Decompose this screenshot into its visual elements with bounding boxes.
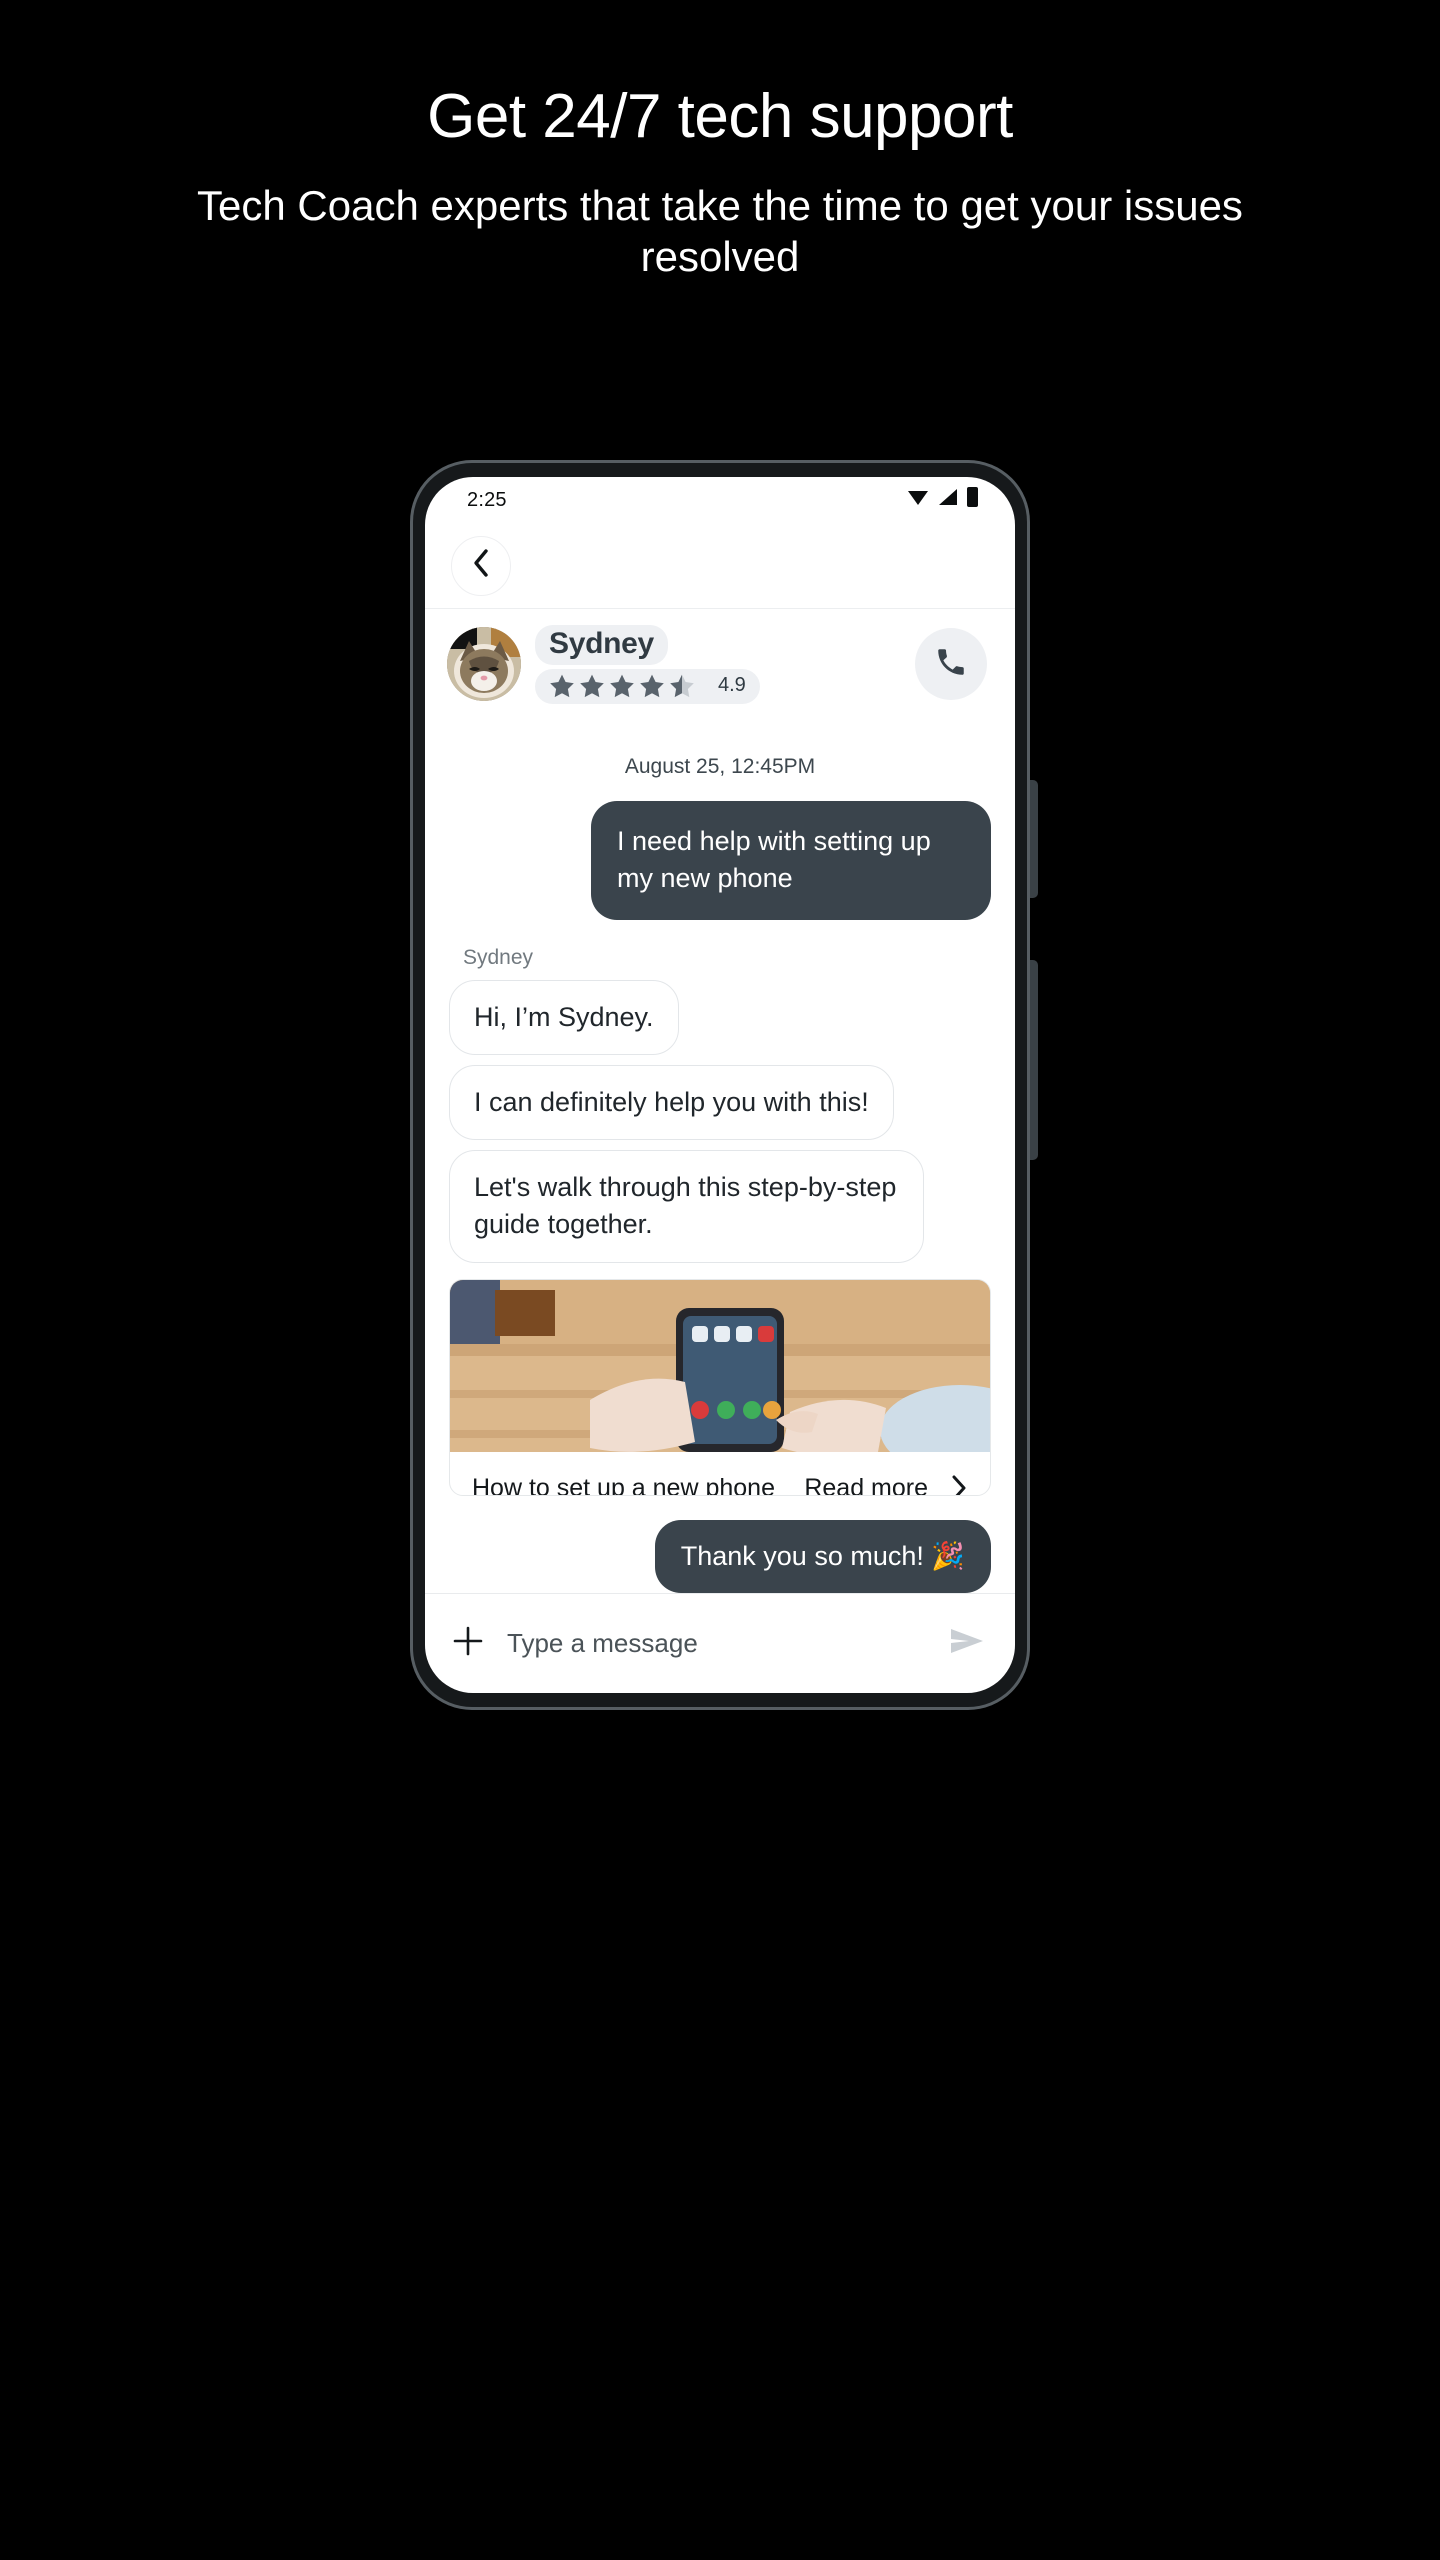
signal-icon: [937, 487, 959, 513]
agent-meta: Sydney 4.9: [535, 624, 760, 704]
message-row-incoming: Hi, I’m Sydney.: [449, 979, 991, 1065]
power-button[interactable]: [1029, 960, 1038, 1160]
agent-rating: 4.9: [535, 668, 760, 704]
avatar[interactable]: [447, 627, 521, 701]
star-rating: [549, 673, 703, 699]
article-image: [450, 1279, 990, 1452]
wifi-icon: [906, 487, 930, 513]
message-row-incoming: I can definitely help you with this!: [449, 1064, 991, 1150]
message-bubble-incoming: Let's walk through this step-by-step gui…: [449, 1150, 924, 1263]
page-subtitle: Tech Coach experts that take the time to…: [197, 182, 1243, 281]
plus-icon[interactable]: [451, 1624, 485, 1663]
agent-name: Sydney: [535, 624, 668, 665]
message-sender-label: Sydney: [463, 945, 534, 969]
message-bubble-incoming: I can definitely help you with this!: [449, 1064, 894, 1140]
rating-value: 4.9: [718, 674, 746, 696]
article-title: How to set up a new phone: [472, 1473, 775, 1496]
send-icon[interactable]: [949, 1626, 985, 1661]
page-title: Get 24/7 tech support: [427, 82, 1013, 151]
phone-outer-frame: 2:25 Sydney 4.9 August 25, 12:45PM I nee…: [410, 460, 1030, 1710]
status-bar: 2:25: [425, 477, 1015, 523]
message-input[interactable]: Type a message: [507, 1628, 927, 1659]
status-icons: [906, 486, 979, 514]
conversation-timestamp: August 25, 12:45PM: [624, 755, 816, 778]
chevron-left-icon: [471, 548, 491, 583]
message-composer: Type a message: [425, 1593, 1015, 1693]
promo-header: Get 24/7 tech support Tech Coach experts…: [0, 0, 1440, 282]
read-more-link[interactable]: Read more: [804, 1474, 928, 1495]
message-row-outgoing: Thank you so much! 🎉: [449, 1519, 991, 1593]
back-button[interactable]: [451, 535, 511, 596]
chevron-right-icon[interactable]: [950, 1474, 968, 1495]
article-footer: How to set up a new phone Read more: [450, 1452, 990, 1496]
battery-icon: [966, 486, 979, 514]
message-bubble-outgoing: Thank you so much! 🎉: [654, 1519, 991, 1593]
message-bubble-outgoing: I need help with setting up my new phone: [591, 801, 991, 920]
volume-button[interactable]: [1029, 780, 1038, 898]
phone-icon: [934, 645, 968, 684]
nav-bar: [425, 523, 1015, 609]
article-card[interactable]: How to set up a new phone Read more: [449, 1278, 991, 1496]
conversation: August 25, 12:45PM I need help with sett…: [425, 719, 1015, 1593]
phone-bezel: 2:25 Sydney 4.9 August 25, 12:45PM I nee…: [413, 463, 1027, 1707]
phone-screen: 2:25 Sydney 4.9 August 25, 12:45PM I nee…: [425, 477, 1015, 1693]
message-row-incoming: Let's walk through this step-by-step gui…: [449, 1150, 991, 1273]
phone-mockup: 2:25 Sydney 4.9 August 25, 12:45PM I nee…: [410, 460, 1038, 1710]
call-button[interactable]: [915, 628, 987, 700]
status-time: 2:25: [467, 488, 507, 511]
agent-header: Sydney 4.9: [425, 609, 1015, 719]
message-bubble-incoming: Hi, I’m Sydney.: [449, 979, 679, 1055]
message-row-outgoing: I need help with setting up my new phone: [449, 801, 991, 920]
